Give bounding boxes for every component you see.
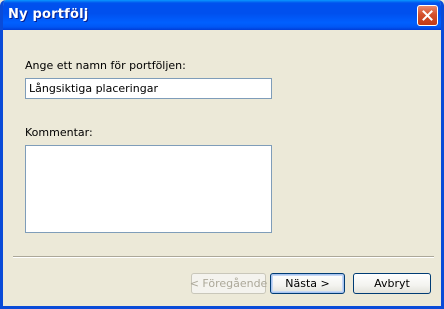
portfolio-name-input[interactable]	[25, 78, 272, 99]
cancel-button[interactable]: Avbryt	[353, 273, 431, 294]
comment-label: Kommentar:	[25, 126, 93, 139]
next-button[interactable]: Nästa >	[270, 273, 345, 294]
close-button[interactable]	[417, 5, 438, 26]
portfolio-name-label: Ange ett namn för portföljen:	[25, 59, 186, 72]
window-title: Ny portfölj	[8, 7, 89, 22]
back-button[interactable]: < Föregående	[190, 273, 267, 294]
comment-textarea[interactable]	[25, 145, 272, 233]
title-bar[interactable]: Ny portfölj	[3, 0, 441, 30]
dialog-window: Ny portfölj Ange ett namn för portföljen…	[0, 0, 444, 309]
close-icon	[422, 10, 433, 21]
button-separator	[13, 256, 434, 258]
